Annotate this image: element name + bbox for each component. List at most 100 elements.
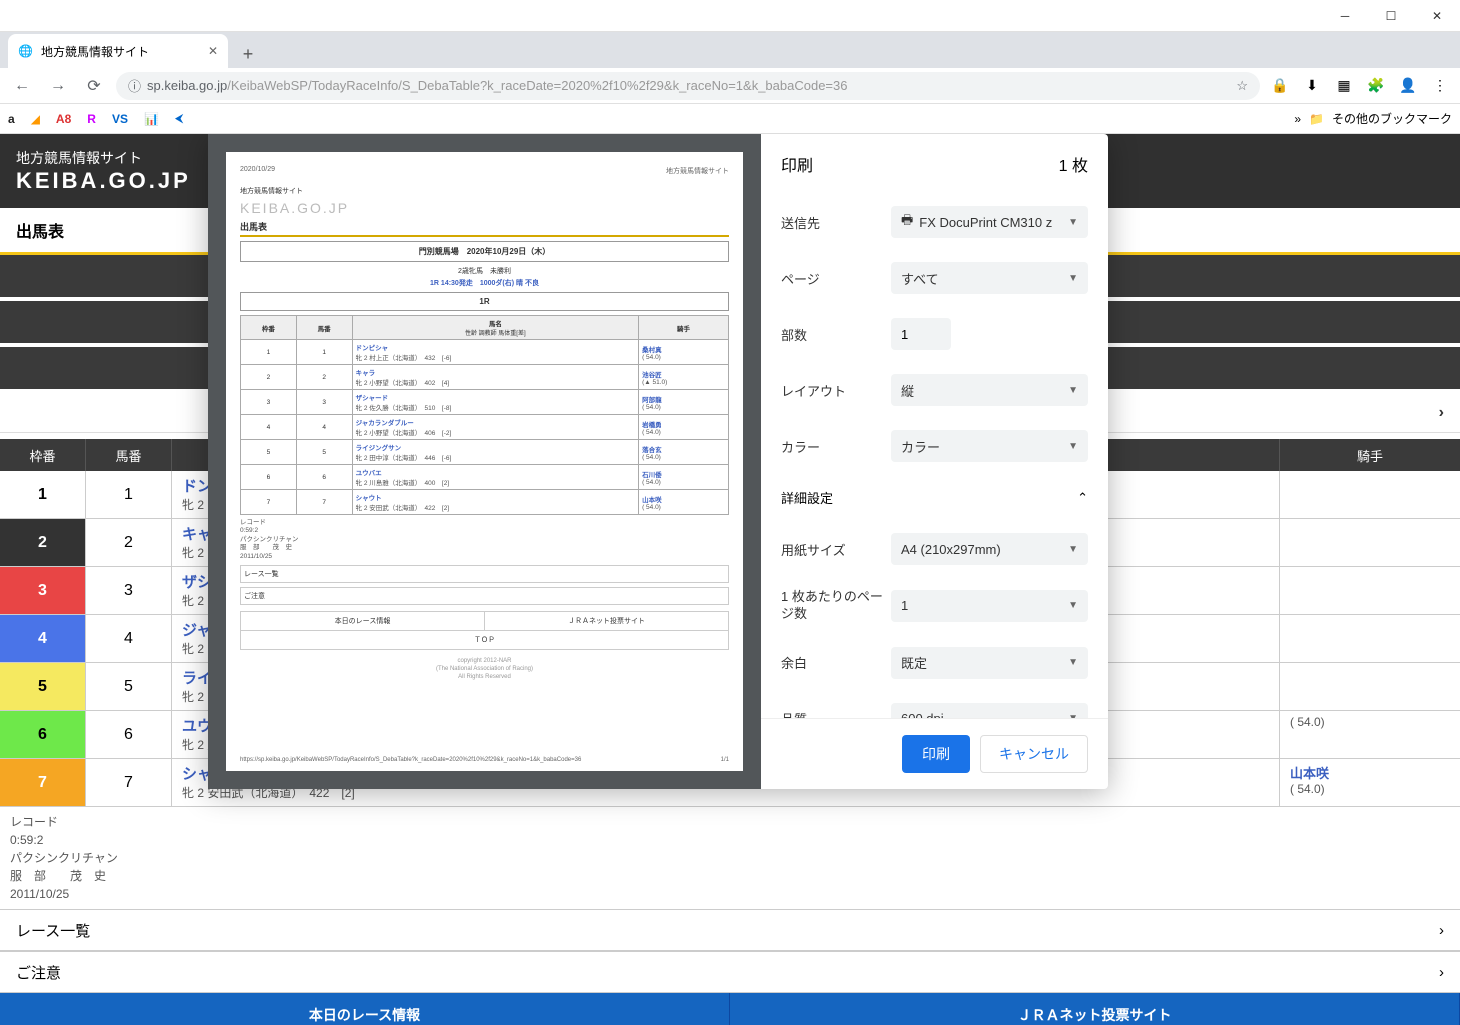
margin-label: 余白 xyxy=(781,653,891,672)
pv-footer: https://sp.keiba.go.jp/KeibaWebSP/TodayR… xyxy=(240,757,729,763)
bookmark-chart[interactable]: 📊 xyxy=(144,112,159,126)
record-l5: 2011/10/25 xyxy=(10,885,1450,903)
uma-cell: 4 xyxy=(86,615,172,662)
dest-select[interactable]: 🖶FX DocuPrint CM310 z ▼ xyxy=(891,206,1088,238)
pv-th-waku: 枠番 xyxy=(241,316,297,340)
waku-cell: 7 xyxy=(0,759,86,806)
bookmarks-bar: a ◢ A8 R VS 📊 ⮜ » 📁 その他のブックマーク xyxy=(0,104,1460,134)
address-bar: ← → ⟳ ⓘ sp.keiba.go.jp/KeibaWebSP/TodayR… xyxy=(0,68,1460,104)
pv-raceinfo: 1R 14:30発走 1000ダ(右) 晴 不良 xyxy=(430,280,539,287)
bookmark-a8[interactable]: A8 xyxy=(56,112,71,126)
jockey-cell xyxy=(1280,519,1460,566)
pv-row: 11 ドンピシャ牝 2 村上正（北海道） 432 [-6] 桑村真( 54.0) xyxy=(241,340,729,365)
print-preview-pane: 2020/10/29 地方競馬情報サイト 地方競馬情報サイト KEIBA.GO.… xyxy=(208,134,761,789)
window-titlebar: ─ ☐ ✕ xyxy=(0,0,1460,32)
maximize-button[interactable]: ☐ xyxy=(1368,0,1414,32)
pps-label: 1 枚あたりのページ数 xyxy=(781,589,891,623)
globe-icon: 🌐 xyxy=(18,44,33,58)
bookmark-arrow[interactable]: ⮜ xyxy=(175,111,184,126)
notice-row[interactable]: ご注意 › xyxy=(0,951,1460,993)
tab-bar: 🌐 地方競馬情報サイト ✕ + xyxy=(0,32,1460,68)
th-jockey: 騎手 xyxy=(1280,439,1460,471)
close-button[interactable]: ✕ xyxy=(1414,0,1460,32)
copies-input[interactable] xyxy=(891,318,951,350)
pv-row: 33 ザシャード牝 2 佐久勝（北海道） 510 [-8] 阿部龍( 54.0) xyxy=(241,390,729,415)
quality-select[interactable]: 600 dpi▼ xyxy=(891,703,1088,718)
menu-icon[interactable]: ⋮ xyxy=(1428,74,1452,98)
pv-top: ＴＯＰ xyxy=(240,631,729,650)
color-select[interactable]: カラー▼ xyxy=(891,430,1088,462)
bookmarks-more-icon[interactable]: » xyxy=(1294,112,1301,126)
print-dialog: 2020/10/29 地方競馬情報サイト 地方競馬情報サイト KEIBA.GO.… xyxy=(208,134,1108,789)
layout-label: レイアウト xyxy=(781,381,891,400)
pv-row: 22 キャラ牝 2 小野望（北海道） 402 [4] 池谷匠(▲ 51.0) xyxy=(241,365,729,390)
chevron-down-icon: ▼ xyxy=(1068,385,1078,396)
record-l2: 0:59:2 xyxy=(10,831,1450,849)
chevron-down-icon: ▼ xyxy=(1068,441,1078,452)
new-tab-button[interactable]: + xyxy=(234,40,262,68)
bookmark-r[interactable]: R xyxy=(87,112,96,126)
record-l4: 服 部 茂 史 xyxy=(10,867,1450,885)
waku-cell: 3 xyxy=(0,567,86,614)
uma-cell: 5 xyxy=(86,663,172,710)
race-list-row[interactable]: レース一覧 › xyxy=(0,909,1460,951)
chevron-down-icon: ▼ xyxy=(1068,657,1078,668)
quality-label: 品質 xyxy=(781,709,891,718)
pps-select[interactable]: 1▼ xyxy=(891,590,1088,622)
chevron-down-icon: ▼ xyxy=(1068,544,1078,555)
pv-th-uma: 馬番 xyxy=(296,316,352,340)
other-bookmarks[interactable]: その他のブックマーク xyxy=(1332,110,1452,127)
profile-icon[interactable]: 👤 xyxy=(1396,74,1420,98)
pv-row: 66 ユウバエ牝 2 川島雅（北海道） 400 [2] 石川倭( 54.0) xyxy=(241,465,729,490)
pv-record: レコード0:59:2パクシンクリチャン服 部 茂 史2011/10/25 xyxy=(240,519,729,561)
uma-cell: 6 xyxy=(86,711,172,758)
jockey-cell: ( 54.0) xyxy=(1280,711,1460,758)
more-settings-toggle[interactable]: 詳細設定⌃ xyxy=(781,474,1088,521)
browser-tab[interactable]: 🌐 地方競馬情報サイト ✕ xyxy=(8,34,228,68)
url-host: sp.keiba.go.jp xyxy=(147,78,227,93)
waku-cell: 5 xyxy=(0,663,86,710)
minimize-button[interactable]: ─ xyxy=(1322,0,1368,32)
pv-shuba: 出馬表 xyxy=(240,220,729,237)
bookmark-gc[interactable]: ◢ xyxy=(31,112,40,126)
print-header: 印刷 1 枚 xyxy=(761,134,1108,194)
ext-icon-2[interactable]: ▦ xyxy=(1332,74,1356,98)
url-field[interactable]: ⓘ sp.keiba.go.jp/KeibaWebSP/TodayRaceInf… xyxy=(116,72,1260,100)
today-race-button[interactable]: 本日のレース情報 xyxy=(0,993,730,1025)
pv-sitename: 地方競馬情報サイト xyxy=(666,166,729,176)
uma-cell: 1 xyxy=(86,471,172,518)
cancel-button[interactable]: キャンセル xyxy=(980,735,1088,773)
forward-button[interactable]: → xyxy=(44,72,72,100)
uma-cell: 7 xyxy=(86,759,172,806)
layout-select[interactable]: 縦▼ xyxy=(891,374,1088,406)
star-icon[interactable]: ☆ xyxy=(1236,78,1248,94)
print-title: 印刷 xyxy=(781,152,813,176)
chevron-down-icon: ▼ xyxy=(1068,600,1078,611)
pv-row: 44 ジャカランダブルー牝 2 小野望（北海道） 406 [-2] 岩橋勇( 5… xyxy=(241,415,729,440)
jockey-cell xyxy=(1280,471,1460,518)
footer-buttons: 本日のレース情報 ＪＲＡネット投票サイト xyxy=(0,993,1460,1025)
printer-icon: 🖶 xyxy=(901,211,913,233)
pv-copyright: copyright 2012-NAR(The National Associat… xyxy=(240,658,729,681)
waku-cell: 2 xyxy=(0,519,86,566)
chevron-down-icon: ▼ xyxy=(1068,217,1078,228)
uma-cell: 3 xyxy=(86,567,172,614)
tab-title: 地方競馬情報サイト xyxy=(41,43,149,60)
download-icon[interactable]: ⬇ xyxy=(1300,74,1324,98)
reload-button[interactable]: ⟳ xyxy=(80,72,108,100)
print-footer: 印刷 キャンセル xyxy=(761,718,1108,789)
extensions-icon[interactable]: 🧩 xyxy=(1364,74,1388,98)
jra-vote-button[interactable]: ＪＲＡネット投票サイト xyxy=(730,993,1460,1025)
dest-label: 送信先 xyxy=(781,213,891,232)
pv-rtab: 1R xyxy=(240,292,729,311)
paper-select[interactable]: A4 (210x297mm)▼ xyxy=(891,533,1088,565)
print-button[interactable]: 印刷 xyxy=(902,735,970,773)
ext-icon-1[interactable]: 🔒 xyxy=(1268,74,1292,98)
pages-select[interactable]: すべて▼ xyxy=(891,262,1088,294)
margin-select[interactable]: 既定▼ xyxy=(891,647,1088,679)
back-button[interactable]: ← xyxy=(8,72,36,100)
pages-label: ページ xyxy=(781,269,891,288)
bookmark-a[interactable]: a xyxy=(8,112,15,126)
bookmark-vs[interactable]: VS xyxy=(112,112,128,126)
tab-close-icon[interactable]: ✕ xyxy=(208,44,218,58)
